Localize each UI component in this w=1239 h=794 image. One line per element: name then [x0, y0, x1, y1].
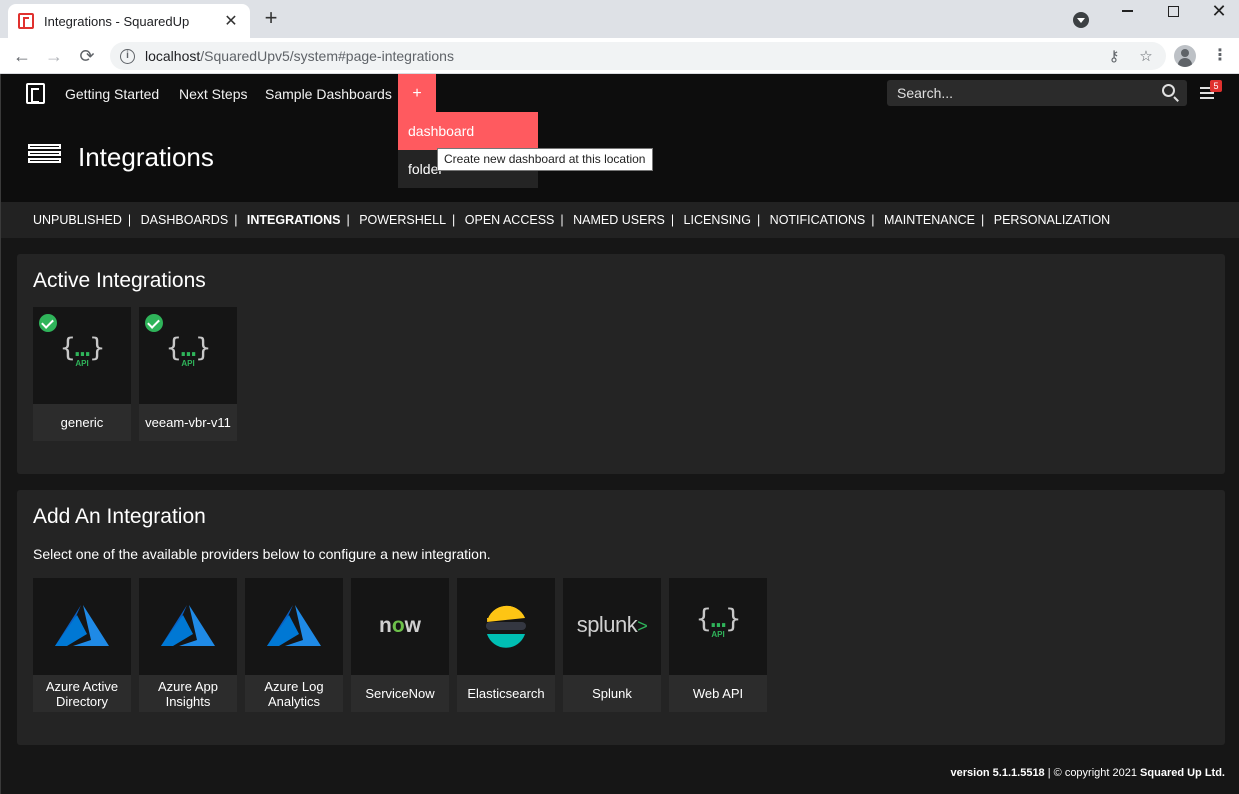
- new-tab-button[interactable]: +: [260, 7, 282, 30]
- subnav-unpublished[interactable]: UNPUBLISHED: [33, 213, 122, 227]
- squaredup-logo-icon[interactable]: [26, 83, 45, 104]
- provider-card-label: Elasticsearch: [457, 675, 555, 712]
- splunk-icon: splunk>: [576, 612, 648, 637]
- azure-icon: [161, 605, 215, 646]
- address-bar[interactable]: i localhost/SquaredUpv5/system#page-inte…: [110, 42, 1166, 70]
- window-maximize-button[interactable]: [1150, 0, 1196, 22]
- nav-next-steps[interactable]: Next Steps: [179, 74, 247, 114]
- tab-close-icon[interactable]: ✕: [222, 11, 240, 31]
- dropdown-item-dashboard[interactable]: dashboard: [398, 112, 538, 150]
- provider-card-elasticsearch[interactable]: Elasticsearch: [457, 578, 555, 712]
- brand-text: Squared Up Ltd.: [1140, 767, 1225, 779]
- provider-card-web-api[interactable]: {…} API Web API: [669, 578, 767, 712]
- password-key-icon[interactable]: ⚷: [1102, 47, 1126, 65]
- api-icon: {…} API: [696, 604, 741, 639]
- browser-tabstrip: Integrations - SquaredUp ✕ + ✕: [0, 0, 1239, 38]
- system-subnav: UNPUBLISHED | DASHBOARDS | INTEGRATIONS | P…: [0, 202, 1239, 238]
- browser-menu-icon[interactable]: ⋮: [1210, 44, 1230, 68]
- tooltip: Create new dashboard at this location: [437, 148, 653, 171]
- nav-getting-started[interactable]: Getting Started: [65, 74, 159, 114]
- subnav-dashboards[interactable]: DASHBOARDS: [141, 213, 229, 227]
- page-title: Integrations: [78, 142, 214, 172]
- integration-card-generic[interactable]: {…} API generic: [33, 307, 131, 441]
- version-footer: version 5.1.1.5518 | © copyright 2021 Sq…: [951, 767, 1226, 779]
- server-stack-icon: [28, 144, 61, 170]
- provider-card-azure-log-analytics[interactable]: Azure Log Analytics: [245, 578, 343, 712]
- subnav-maintenance[interactable]: MAINTENANCE: [884, 213, 975, 227]
- provider-card-label: Azure Log Analytics: [245, 675, 343, 712]
- subnav-powershell[interactable]: POWERSHELL: [359, 213, 446, 227]
- provider-card-label: Azure Active Directory: [33, 675, 131, 712]
- search-input[interactable]: [887, 80, 1187, 106]
- subnav-open-access[interactable]: OPEN ACCESS: [465, 213, 555, 227]
- tab-title: Integrations - SquaredUp: [44, 13, 190, 29]
- active-integrations-panel: Active Integrations {…} API generic {…} …: [17, 254, 1225, 474]
- provider-card-label: Splunk: [563, 675, 661, 712]
- api-icon: {…} API: [166, 333, 211, 368]
- api-icon: {…} API: [60, 333, 105, 368]
- servicenow-icon: now: [379, 614, 421, 637]
- profile-avatar-icon[interactable]: [1174, 45, 1196, 67]
- notification-badge: 5: [1210, 80, 1222, 92]
- site-info-icon[interactable]: i: [120, 48, 135, 64]
- provider-card-azure-app-insights[interactable]: Azure App Insights: [139, 578, 237, 712]
- bookmark-star-icon[interactable]: ☆: [1134, 47, 1158, 65]
- nav-sample-dashboards[interactable]: Sample Dashboards: [265, 74, 392, 114]
- squaredup-favicon-icon: [18, 13, 34, 29]
- back-arrow-icon[interactable]: ←: [10, 44, 34, 68]
- provider-card-splunk[interactable]: splunk> Splunk: [563, 578, 661, 712]
- subnav-licensing[interactable]: LICENSING: [684, 213, 751, 227]
- elasticsearch-icon: [486, 605, 526, 648]
- tab-search-icon[interactable]: [1073, 12, 1089, 28]
- provider-card-label: Azure App Insights: [139, 675, 237, 712]
- subnav-notifications[interactable]: NOTIFICATIONS: [770, 213, 866, 227]
- provider-card-label: Web API: [669, 675, 767, 712]
- add-integration-panel: Add An Integration Select one of the ava…: [17, 490, 1225, 745]
- page-border: [0, 74, 1, 794]
- provider-card-servicenow[interactable]: now ServiceNow: [351, 578, 449, 712]
- url-text[interactable]: localhost/SquaredUpv5/system#page-integr…: [145, 48, 1102, 64]
- integration-card-label: generic: [33, 404, 131, 441]
- add-integration-description: Select one of the available providers be…: [33, 546, 491, 562]
- add-new-button[interactable]: +: [398, 74, 436, 114]
- provider-card-label: ServiceNow: [351, 675, 449, 712]
- subnav-named-users[interactable]: NAMED USERS: [573, 213, 665, 227]
- copyright-text: | © copyright 2021: [1044, 767, 1141, 779]
- browser-toolbar: ← → ⟳ i localhost/SquaredUpv5/system#pag…: [0, 38, 1239, 74]
- window-close-button[interactable]: ✕: [1196, 0, 1239, 22]
- integration-card-veeam[interactable]: {…} API veeam-vbr-v11: [139, 307, 237, 441]
- browser-tab[interactable]: Integrations - SquaredUp ✕: [8, 4, 250, 38]
- version-text: version 5.1.1.5518: [950, 767, 1045, 779]
- active-integrations-title: Active Integrations: [33, 269, 206, 292]
- app-header: Getting Started Next Steps Sample Dashbo…: [0, 74, 1239, 114]
- provider-card-azure-ad[interactable]: Azure Active Directory: [33, 578, 131, 712]
- subnav-integrations[interactable]: INTEGRATIONS: [247, 213, 341, 227]
- forward-arrow-icon[interactable]: →: [42, 44, 66, 68]
- integration-card-label: veeam-vbr-v11: [139, 404, 237, 441]
- add-integration-title: Add An Integration: [33, 505, 206, 528]
- search-icon[interactable]: [1162, 84, 1175, 97]
- check-icon: [39, 314, 57, 332]
- azure-icon: [55, 605, 109, 646]
- reload-icon[interactable]: ⟳: [75, 44, 99, 68]
- azure-icon: [267, 605, 321, 646]
- search-box[interactable]: [887, 80, 1187, 106]
- subnav-personalization[interactable]: PERSONALIZATION: [994, 213, 1110, 227]
- check-icon: [145, 314, 163, 332]
- window-minimize-button[interactable]: [1104, 0, 1150, 22]
